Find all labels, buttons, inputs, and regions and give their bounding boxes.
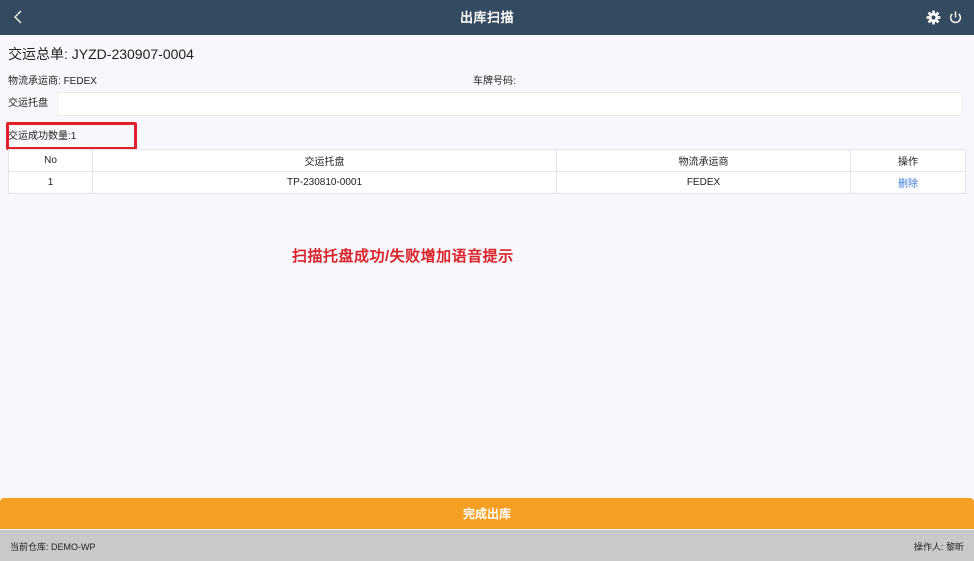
plate-label: 车牌号码: xyxy=(473,76,516,87)
power-icon[interactable] xyxy=(948,10,963,25)
column-header-no: No xyxy=(8,149,93,172)
carrier-label: 物流承运商: xyxy=(8,76,61,87)
table-header-row: No 交运托盘 物流承运商 操作 xyxy=(8,149,966,172)
column-header-carrier: 物流承运商 xyxy=(556,149,851,172)
delete-link[interactable]: 删除 xyxy=(898,179,918,190)
carrier-line: 物流承运商: FEDEX xyxy=(8,72,97,87)
column-header-pallet: 交运托盘 xyxy=(92,149,557,172)
order-value: JYZD-230907-0004 xyxy=(71,46,194,62)
warehouse-label: 当前仓库: xyxy=(10,542,49,552)
pallet-scan-input[interactable] xyxy=(57,92,963,116)
status-footer: 当前仓库: DEMO-WP 操作人: 黎昕 xyxy=(0,530,974,561)
current-warehouse: 当前仓库: DEMO-WP xyxy=(10,540,96,553)
column-header-action: 操作 xyxy=(850,149,966,172)
pallet-label: 交运托盘 xyxy=(8,98,48,109)
gear-icon[interactable] xyxy=(926,10,941,25)
row-carrier: FEDEX xyxy=(556,171,851,194)
plate-line: 车牌号码: xyxy=(473,72,516,87)
warehouse-value: DEMO-WP xyxy=(51,542,96,552)
row-action-cell: 删除 xyxy=(850,171,966,194)
carrier-value: FEDEX xyxy=(63,76,97,87)
operator-value: 黎昕 xyxy=(945,542,964,552)
operator-label: 操作人: xyxy=(913,542,944,552)
finish-outbound-button[interactable]: 完成出库 xyxy=(0,498,974,529)
annotation-note: 扫描托盘成功/失败增加语音提示 xyxy=(292,248,514,265)
order-number-line: 交运总单: JYZD-230907-0004 xyxy=(8,44,194,64)
operator: 操作人: 黎昕 xyxy=(914,540,964,553)
pallet-table: No 交运托盘 物流承运商 操作 1 TP-230810-0001 FEDEX … xyxy=(8,149,966,194)
order-label: 交运总单: xyxy=(8,46,68,62)
table-row: 1 TP-230810-0001 FEDEX 删除 xyxy=(8,171,966,194)
page-title: 出库扫描 xyxy=(459,10,514,25)
row-pallet: TP-230810-0001 xyxy=(92,171,557,194)
app-header: 出库扫描 xyxy=(0,0,974,35)
annotation-highlight-box xyxy=(6,122,137,150)
row-no: 1 xyxy=(8,171,93,194)
